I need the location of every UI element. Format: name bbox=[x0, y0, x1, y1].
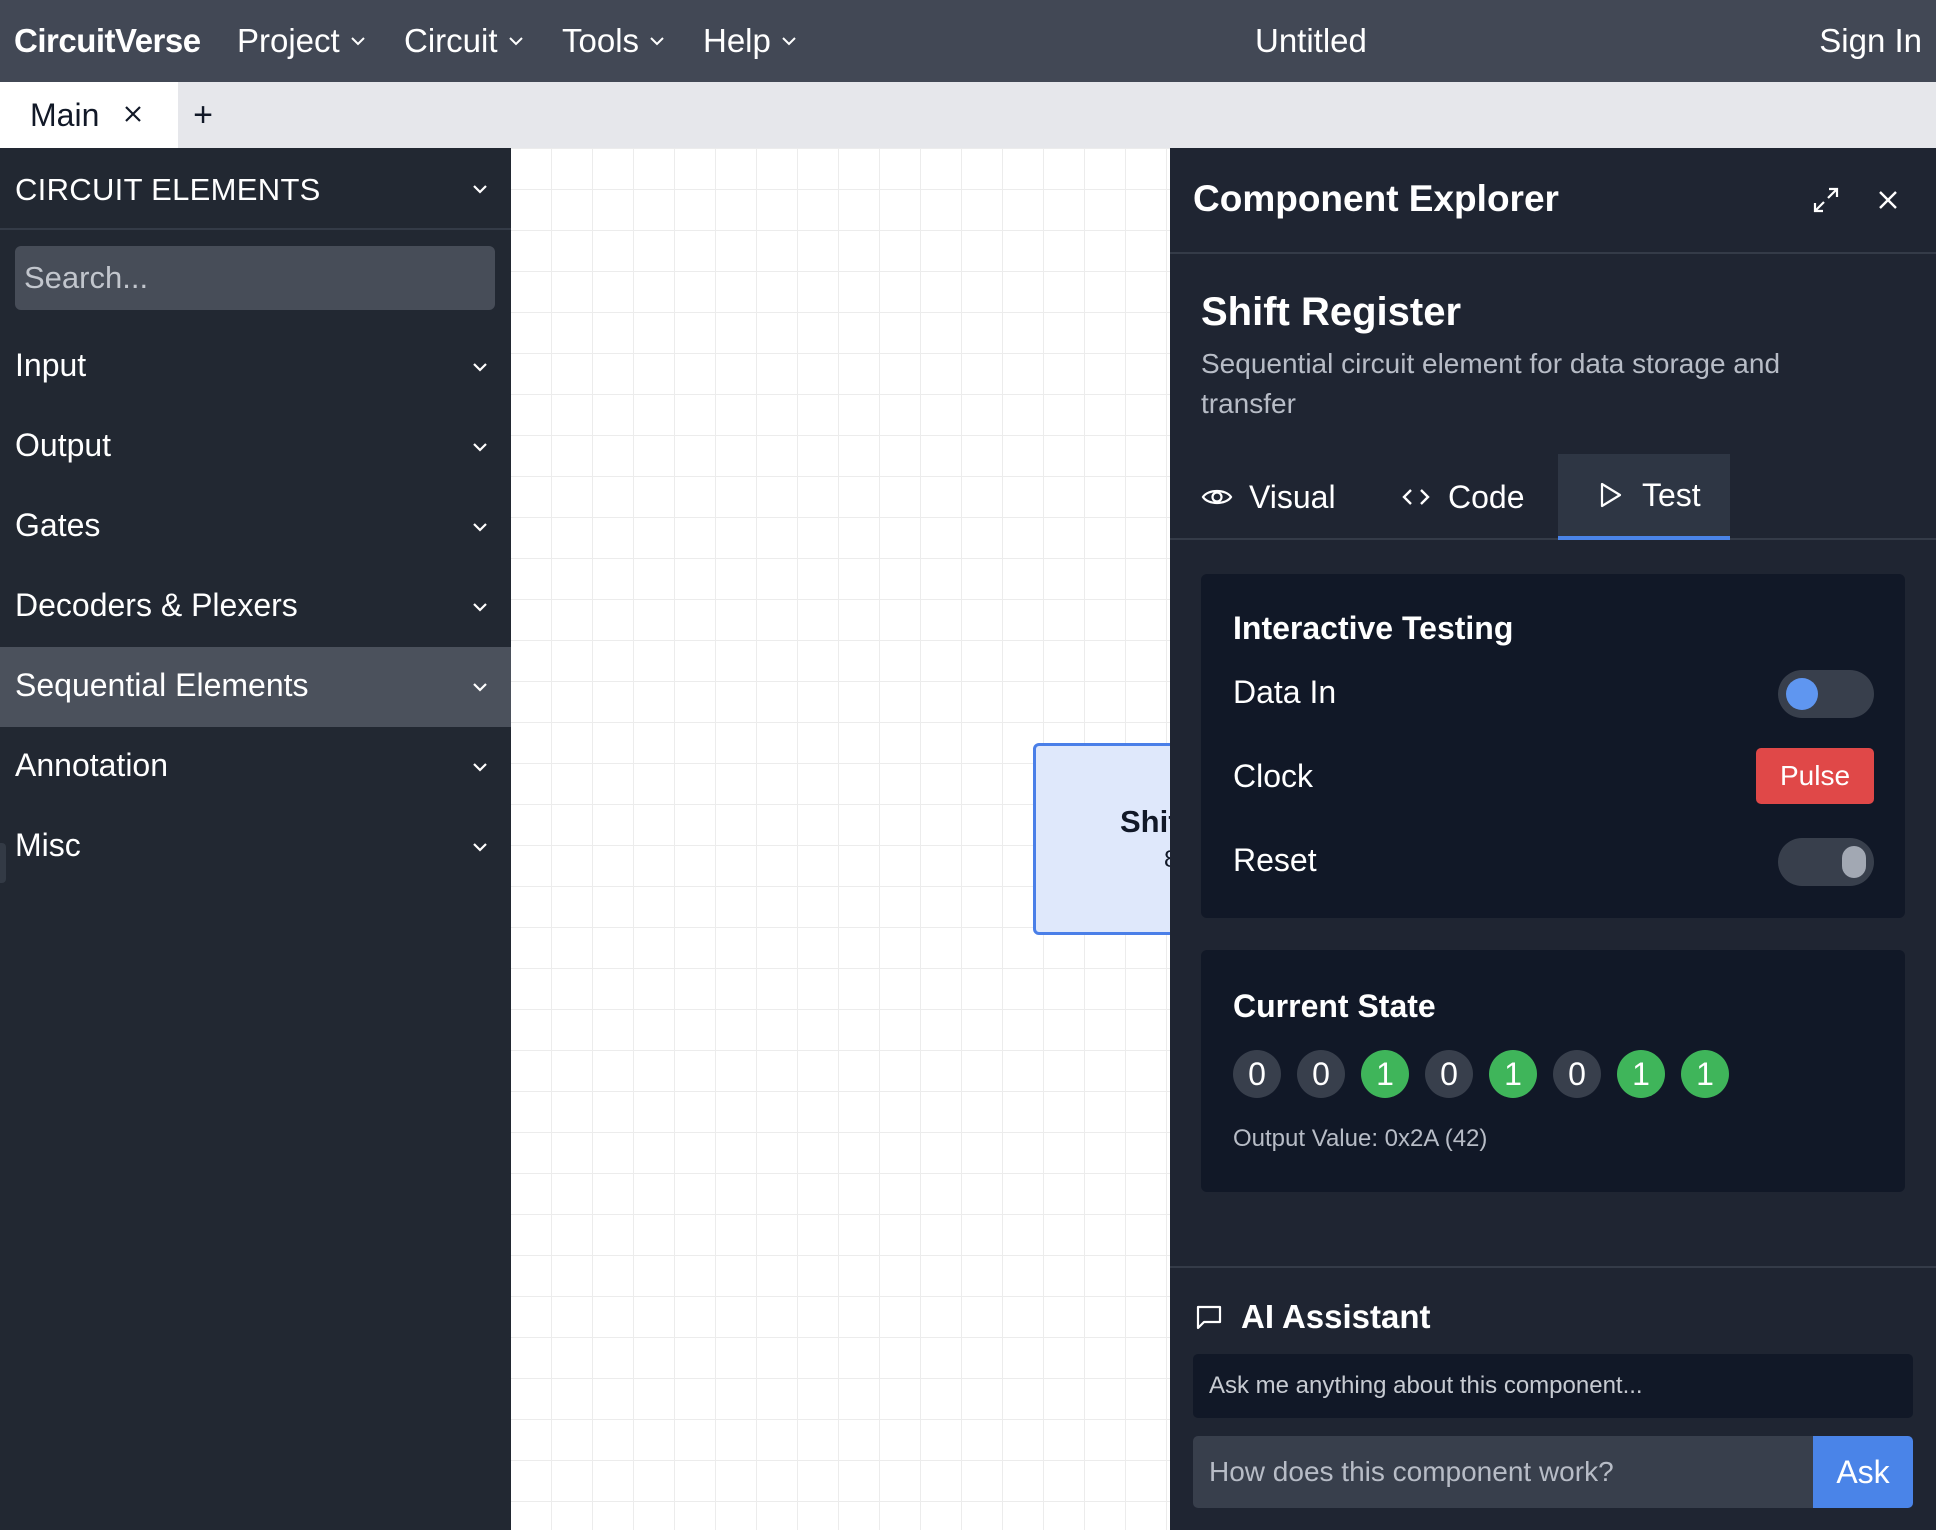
chevron-down-icon bbox=[473, 843, 487, 852]
toggle-knob bbox=[1842, 846, 1866, 878]
pulse-button[interactable]: Pulse bbox=[1756, 748, 1874, 804]
interactive-testing-title: Interactive Testing bbox=[1233, 610, 1514, 646]
brand-logo[interactable]: CircuitVerse bbox=[14, 22, 201, 60]
chevron-down-icon bbox=[351, 37, 365, 46]
sidebar-title: CIRCUIT ELEMENTS bbox=[15, 172, 321, 207]
add-tab-button[interactable]: + bbox=[180, 82, 226, 148]
sign-in-link[interactable]: Sign In bbox=[1819, 22, 1922, 60]
close-icon[interactable] bbox=[118, 99, 148, 129]
ask-button[interactable]: Ask bbox=[1813, 1436, 1913, 1508]
tab-main[interactable]: Main bbox=[0, 82, 178, 148]
ai-assistant-title: AI Assistant bbox=[1241, 1298, 1431, 1335]
bit-2: 1 bbox=[1361, 1050, 1409, 1098]
chevron-down-icon bbox=[473, 185, 487, 194]
bit-6: 1 bbox=[1617, 1050, 1665, 1098]
current-state-card: Current State 0 0 1 0 1 0 1 1 Output Val… bbox=[1201, 950, 1905, 1192]
ai-question-input[interactable] bbox=[1193, 1436, 1813, 1508]
circuit-tab-bar: Main + bbox=[0, 82, 1936, 148]
reset-label: Reset bbox=[1233, 842, 1317, 878]
close-icon[interactable] bbox=[1874, 186, 1902, 214]
explorer-tabs: Visual Code Test bbox=[1170, 454, 1936, 540]
element-search-input[interactable] bbox=[15, 246, 495, 310]
sidebar-item-label: Output bbox=[15, 427, 112, 463]
chevron-down-icon bbox=[473, 683, 487, 692]
chevron-down-icon bbox=[473, 443, 487, 452]
sidebar-item-label: Decoders & Plexers bbox=[15, 587, 298, 623]
menu-circuit[interactable]: Circuit bbox=[404, 22, 526, 60]
reset-toggle[interactable] bbox=[1778, 838, 1874, 886]
tab-visual[interactable]: Visual bbox=[1201, 454, 1336, 540]
chevron-down-icon bbox=[650, 37, 664, 46]
tab-main-label: Main bbox=[30, 96, 100, 133]
chevron-down-icon bbox=[473, 603, 487, 612]
chevron-down-icon bbox=[782, 37, 796, 46]
tab-test[interactable]: Test bbox=[1558, 454, 1730, 540]
component-label: Shift Register bbox=[1120, 804, 1170, 839]
bit-0: 0 bbox=[1233, 1050, 1281, 1098]
sidebar-item-label: Sequential Elements bbox=[15, 667, 309, 703]
bit-7: 1 bbox=[1681, 1050, 1729, 1098]
chevron-down-icon bbox=[473, 363, 487, 372]
sidebar-item-label: Misc bbox=[15, 827, 81, 863]
sidebar-item-decoders-plexers[interactable]: Decoders & Plexers bbox=[0, 567, 511, 647]
play-icon bbox=[1600, 482, 1622, 508]
chevron-down-icon bbox=[473, 523, 487, 532]
bit-3: 0 bbox=[1425, 1050, 1473, 1098]
sidebar-item-label: Annotation bbox=[15, 747, 169, 783]
current-state-title: Current State bbox=[1233, 988, 1436, 1024]
clock-label: Clock bbox=[1233, 758, 1314, 794]
data-in-label: Data In bbox=[1233, 674, 1337, 710]
sidebar-resize-handle[interactable] bbox=[0, 843, 6, 883]
sidebar-item-label: Gates bbox=[15, 507, 101, 543]
menu-help[interactable]: Help bbox=[703, 22, 799, 60]
toggle-knob bbox=[1786, 678, 1818, 710]
sidebar-item-label: Input bbox=[15, 347, 87, 383]
sidebar-item-annotation[interactable]: Annotation bbox=[0, 727, 511, 807]
component-name: Shift Register bbox=[1201, 290, 1462, 334]
sidebar-item-sequential-elements[interactable]: Sequential Elements bbox=[0, 647, 511, 727]
chevron-down-icon bbox=[508, 37, 523, 46]
sidebar-item-input[interactable]: Input bbox=[0, 327, 511, 407]
menu-project-label: Project bbox=[237, 22, 340, 59]
menu-help-label: Help bbox=[703, 22, 771, 59]
tab-test-label: Test bbox=[1642, 476, 1701, 513]
top-navbar: CircuitVerse Project Circuit Tools Help … bbox=[0, 0, 1936, 82]
menu-circuit-label: Circuit bbox=[404, 22, 498, 59]
bit-4: 1 bbox=[1489, 1050, 1537, 1098]
sidebar-item-output[interactable]: Output bbox=[0, 407, 511, 487]
bit-display: 0 0 1 0 1 0 1 1 bbox=[1233, 1050, 1729, 1098]
project-title[interactable]: Untitled bbox=[1255, 22, 1367, 60]
bit-1: 0 bbox=[1297, 1050, 1345, 1098]
panel-header: Component Explorer bbox=[1170, 148, 1936, 254]
circuit-canvas[interactable]: Shift Register 8 bbox=[511, 148, 1170, 1530]
ai-response-box: Ask me anything about this component... bbox=[1193, 1354, 1913, 1418]
sidebar-header[interactable]: CIRCUIT ELEMENTS bbox=[0, 148, 511, 230]
tab-visual-label: Visual bbox=[1249, 478, 1336, 515]
tab-code-label: Code bbox=[1448, 478, 1525, 515]
expand-icon[interactable] bbox=[1810, 184, 1842, 216]
sidebar-item-gates[interactable]: Gates bbox=[0, 487, 511, 567]
interactive-testing-card: Interactive Testing Data In Clock Pulse … bbox=[1201, 574, 1905, 918]
tab-code[interactable]: Code bbox=[1400, 454, 1525, 540]
bit-5: 0 bbox=[1553, 1050, 1601, 1098]
output-value: Output Value: 0x2A (42) bbox=[1233, 1125, 1488, 1152]
menu-tools[interactable]: Tools bbox=[562, 22, 667, 60]
chevron-down-icon bbox=[473, 763, 487, 772]
ai-assistant-section: AI Assistant Ask me anything about this … bbox=[1170, 1266, 1936, 1530]
data-in-toggle[interactable] bbox=[1778, 670, 1874, 718]
shift-register-component[interactable]: Shift Register 8 bbox=[1033, 743, 1170, 935]
component-explorer-panel: Component Explorer Shift Register Sequen… bbox=[1170, 148, 1936, 1530]
menu-project[interactable]: Project bbox=[237, 22, 368, 60]
panel-title: Component Explorer bbox=[1193, 178, 1559, 219]
sidebar-item-misc[interactable]: Misc bbox=[0, 807, 511, 887]
code-icon bbox=[1402, 489, 1430, 505]
chat-bubble-icon bbox=[1196, 1305, 1222, 1330]
eye-icon bbox=[1201, 489, 1233, 505]
circuit-elements-sidebar: CIRCUIT ELEMENTS Input Output Gates Deco… bbox=[0, 148, 511, 1530]
menu-tools-label: Tools bbox=[562, 22, 640, 59]
component-description: Sequential circuit element for data stor… bbox=[1201, 348, 1781, 419]
